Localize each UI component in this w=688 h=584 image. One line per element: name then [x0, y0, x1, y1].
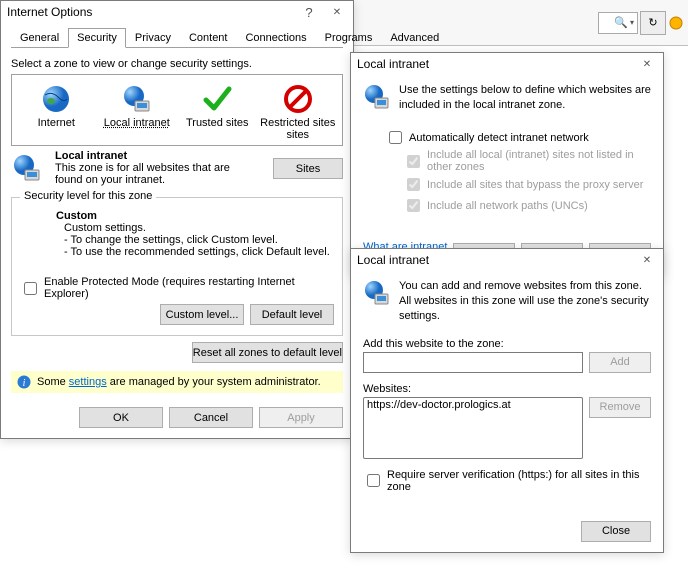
- auto-detect-checkbox[interactable]: [389, 131, 402, 144]
- tabstrip: General Security Privacy Content Connect…: [11, 27, 343, 48]
- intranet-icon: [363, 83, 391, 114]
- require-https-checkbox[interactable]: [367, 474, 380, 487]
- auto-detect-label: Automatically detect intranet network: [409, 132, 589, 144]
- security-level-fieldset: Security level for this zone Custom Cust…: [11, 197, 343, 336]
- globe-icon: [40, 83, 72, 115]
- refresh-icon: ↻: [648, 16, 657, 29]
- info-text: Some settings are managed by your system…: [37, 376, 321, 388]
- tab-privacy[interactable]: Privacy: [126, 28, 180, 48]
- include-local-checkbox[interactable]: [407, 155, 420, 168]
- zone-desc-line1: This zone is for all websites that are: [55, 162, 267, 174]
- settings-link[interactable]: settings: [69, 376, 107, 388]
- no-entry-icon: [282, 83, 314, 115]
- info-bar: i Some settings are managed by your syst…: [11, 371, 343, 393]
- websites-listbox[interactable]: https://dev-doctor.prologics.at: [363, 397, 583, 459]
- dialog-title: Local intranet: [357, 57, 429, 71]
- websites-label: Websites:: [363, 383, 651, 395]
- custom-line2: - To change the settings, click Custom l…: [64, 234, 334, 246]
- close-button[interactable]: [635, 55, 659, 73]
- add-website-label: Add this website to the zone:: [363, 338, 651, 350]
- custom-line1: Custom settings.: [64, 222, 334, 234]
- include-local-label: Include all local (intranet) sites not l…: [427, 149, 651, 173]
- chevron-down-icon: ▾: [630, 18, 634, 27]
- intranet-icon: [363, 279, 391, 324]
- zone-title: Local intranet: [55, 150, 267, 162]
- intranet-icon: [11, 150, 49, 187]
- tab-programs[interactable]: Programs: [316, 28, 382, 48]
- zone-label: Trusted sites: [177, 117, 258, 129]
- custom-heading: Custom: [56, 210, 334, 222]
- remove-button[interactable]: Remove: [589, 397, 651, 418]
- cancel-button[interactable]: Cancel: [169, 407, 253, 428]
- zone-box: Internet Local intranet Trusted sites Re…: [11, 74, 343, 146]
- require-https-label: Require server verification (https:) for…: [387, 469, 651, 493]
- add-website-input[interactable]: [363, 352, 583, 373]
- tab-security[interactable]: Security: [68, 28, 126, 48]
- include-proxy-label: Include all sites that bypass the proxy …: [427, 179, 643, 191]
- protected-mode-checkbox[interactable]: [24, 282, 37, 295]
- refresh-button[interactable]: ↻: [640, 11, 666, 35]
- tab-general[interactable]: General: [11, 28, 68, 48]
- protected-mode-label: Enable Protected Mode (requires restarti…: [44, 276, 334, 300]
- internet-options-dialog: Internet Options ? General Security Priv…: [0, 0, 354, 439]
- include-unc-checkbox[interactable]: [407, 199, 420, 212]
- info-icon: i: [17, 375, 31, 389]
- tab-advanced[interactable]: Advanced: [381, 28, 448, 48]
- local-intranet-websites-dialog: Local intranet You can add and remove we…: [350, 248, 664, 553]
- custom-line3: - To use the recommended settings, click…: [64, 246, 334, 258]
- search-box[interactable]: 🔍 ▾: [598, 12, 638, 34]
- dialog-desc: Use the settings below to define which w…: [399, 83, 651, 114]
- close-button[interactable]: [325, 3, 349, 21]
- close-button[interactable]: Close: [581, 521, 651, 542]
- zone-local-intranet[interactable]: Local intranet: [97, 81, 178, 143]
- sites-button[interactable]: Sites: [273, 158, 343, 179]
- zone-label: Restricted sites: [258, 117, 339, 129]
- zone-internet[interactable]: Internet: [16, 81, 97, 143]
- svg-text:i: i: [23, 378, 26, 389]
- dialog-title: Internet Options: [7, 5, 92, 19]
- custom-level-button[interactable]: Custom level...: [160, 304, 244, 325]
- website-item[interactable]: https://dev-doctor.prologics.at: [365, 399, 581, 413]
- zone-label: Local intranet: [97, 117, 178, 129]
- help-icon: ?: [305, 5, 312, 20]
- default-level-button[interactable]: Default level: [250, 304, 334, 325]
- page-icon[interactable]: [668, 12, 684, 34]
- zone-desc-line2: found on your intranet.: [55, 174, 267, 186]
- dialog-title: Local intranet: [357, 253, 429, 267]
- local-intranet-settings-dialog: Local intranet Use the settings below to…: [350, 52, 664, 276]
- include-proxy-checkbox[interactable]: [407, 178, 420, 191]
- dialog-desc: You can add and remove websites from thi…: [399, 279, 651, 324]
- include-unc-label: Include all network paths (UNCs): [427, 200, 588, 212]
- add-button[interactable]: Add: [589, 352, 651, 373]
- titlebar: Internet Options ?: [1, 1, 353, 23]
- zone-label: Internet: [16, 117, 97, 129]
- close-button[interactable]: [635, 251, 659, 269]
- tab-content[interactable]: Content: [180, 28, 237, 48]
- intranet-icon: [121, 83, 153, 115]
- ok-button[interactable]: OK: [79, 407, 163, 428]
- reset-all-button[interactable]: Reset all zones to default level: [192, 342, 343, 363]
- zone-sublabel: sites: [258, 129, 339, 141]
- tab-connections[interactable]: Connections: [236, 28, 315, 48]
- security-level-legend: Security level for this zone: [20, 190, 156, 202]
- checkmark-icon: [201, 83, 233, 115]
- apply-button[interactable]: Apply: [259, 407, 343, 428]
- select-zone-label: Select a zone to view or change security…: [11, 58, 343, 70]
- titlebar: Local intranet: [351, 249, 663, 271]
- search-icon: 🔍: [614, 16, 628, 29]
- zone-restricted-sites[interactable]: Restricted sites sites: [258, 81, 339, 143]
- titlebar: Local intranet: [351, 53, 663, 75]
- zone-trusted-sites[interactable]: Trusted sites: [177, 81, 258, 143]
- help-button[interactable]: ?: [297, 3, 321, 21]
